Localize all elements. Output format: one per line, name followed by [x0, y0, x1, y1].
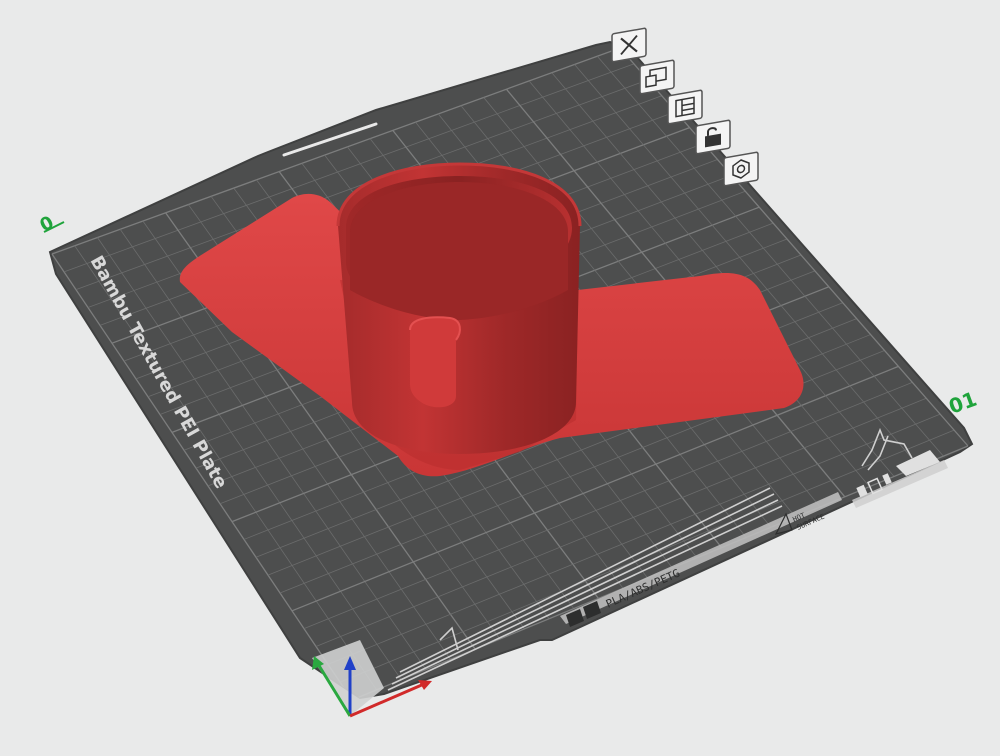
plate-settings-button[interactable]	[723, 151, 759, 187]
3d-viewport[interactable]: Bambu Textured PEI Plate PLA/ABS/PETG HO…	[0, 0, 1000, 756]
lock-plate-button[interactable]	[695, 119, 731, 155]
remove-plate-button[interactable]	[611, 27, 647, 63]
pick-plate-button[interactable]	[639, 59, 675, 95]
model-cup-inner-wall	[350, 182, 568, 320]
arrange-plate-button[interactable]	[667, 89, 703, 125]
slot-marker: 0	[36, 212, 57, 236]
model-cup-slot	[410, 317, 460, 408]
